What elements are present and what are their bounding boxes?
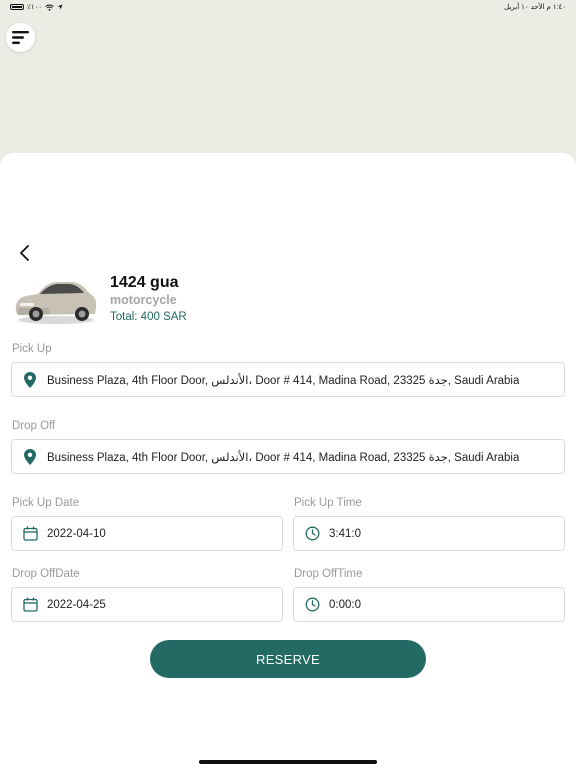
- location-arrow-icon: [57, 4, 63, 10]
- dropoff-time-value: 0:00:0: [329, 598, 361, 611]
- calendar-icon: [22, 597, 38, 613]
- dropoff-date-value: 2022-04-25: [47, 598, 106, 611]
- total-price: Total: 400 SAR: [110, 311, 187, 323]
- dropoff-address: Business Plaza, 4th Floor Door, الأندلس،…: [47, 451, 520, 464]
- status-left: ٪١٠٠: [10, 3, 63, 11]
- vehicle-image: [15, 282, 97, 324]
- pickup-time-field[interactable]: 3:41:0: [293, 516, 565, 551]
- dropoff-time-label: Drop OffTime: [294, 568, 363, 580]
- status-time-date: ١:٤٠ م الأحد ١٠ أبريل: [504, 4, 566, 11]
- dropoff-date-label: Drop OffDate: [12, 568, 80, 580]
- back-button[interactable]: [16, 243, 34, 263]
- back-chevron-icon: [20, 245, 29, 261]
- battery-icon: [10, 4, 24, 10]
- dropoff-date-field[interactable]: 2022-04-25: [11, 587, 283, 622]
- dropoff-location-field[interactable]: Business Plaza, 4th Floor Door, الأندلس،…: [11, 439, 565, 474]
- location-pin-icon: [22, 371, 38, 388]
- vehicle-type: motorcycle: [110, 293, 177, 307]
- location-pin-icon: [22, 448, 38, 465]
- pickup-time-value: 3:41:0: [329, 527, 361, 540]
- home-indicator: [199, 760, 377, 764]
- status-bar: ٪١٠٠ ١:٤٠ م الأحد ١٠ أبريل: [0, 0, 576, 14]
- pickup-label: Pick Up: [12, 343, 52, 355]
- wifi-icon: [45, 4, 54, 11]
- pickup-location-field[interactable]: Business Plaza, 4th Floor Door, الأندلس،…: [11, 362, 565, 397]
- clock-icon: [304, 597, 320, 613]
- vehicle-title: 1424 gua: [110, 274, 179, 291]
- pickup-date-value: 2022-04-10: [47, 527, 106, 540]
- reserve-button[interactable]: RESERVE: [150, 640, 426, 678]
- menu-icon: [12, 31, 29, 44]
- pickup-date-label: Pick Up Date: [12, 497, 80, 509]
- pickup-address: Business Plaza, 4th Floor Door, الأندلس،…: [47, 374, 520, 387]
- dropoff-label: Drop Off: [12, 420, 56, 432]
- battery-percent: ٪١٠٠: [27, 4, 43, 11]
- pickup-date-field[interactable]: 2022-04-10: [11, 516, 283, 551]
- menu-button[interactable]: [6, 23, 35, 52]
- dropoff-time-field[interactable]: 0:00:0: [293, 587, 565, 622]
- clock-icon: [304, 526, 320, 542]
- pickup-time-label: Pick Up Time: [294, 497, 362, 509]
- calendar-icon: [22, 526, 38, 542]
